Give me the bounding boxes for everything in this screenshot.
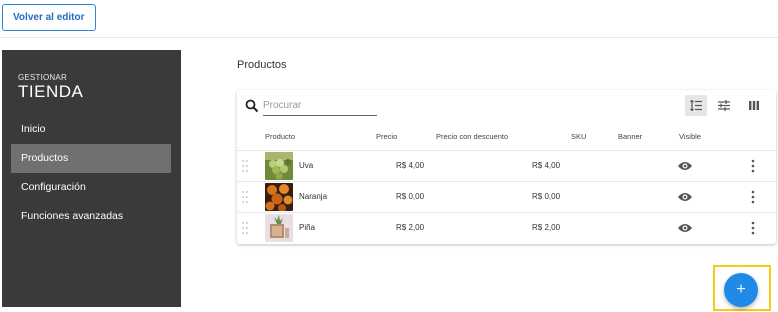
more-options-icon[interactable] — [750, 159, 756, 173]
column-header-product[interactable]: Producto — [265, 132, 295, 141]
filter-icon[interactable] — [713, 95, 735, 116]
product-discount-price: R$ 4,00 — [532, 161, 561, 170]
search-input[interactable] — [263, 96, 377, 116]
sidebar-item-configuracion[interactable]: Configuración — [11, 173, 171, 202]
table-row[interactable]: Piña R$ 2,00 R$ 2,00 — [237, 212, 776, 243]
drag-handle-icon[interactable] — [242, 190, 248, 204]
column-header-banner[interactable]: Banner — [618, 132, 642, 141]
product-name: Piña — [299, 223, 316, 232]
add-product-button[interactable]: + — [724, 273, 758, 307]
visibility-eye-icon[interactable] — [678, 161, 692, 171]
more-options-icon[interactable] — [750, 190, 756, 204]
visibility-eye-icon[interactable] — [678, 223, 692, 233]
visibility-eye-icon[interactable] — [678, 192, 692, 202]
product-thumbnail-oranges — [265, 183, 293, 211]
sidebar: GESTIONAR TIENDA Inicio Productos Config… — [2, 50, 181, 307]
product-thumbnail-pineapple — [265, 214, 293, 242]
sidebar-title: TIENDA — [18, 82, 84, 101]
product-name: Naranja — [299, 192, 328, 201]
column-header-sku[interactable]: SKU — [571, 132, 586, 141]
drag-handle-icon[interactable] — [242, 159, 248, 173]
more-options-icon[interactable] — [750, 221, 756, 235]
sidebar-item-funciones-avanzadas[interactable]: Funciones avanzadas — [11, 202, 171, 231]
search-icon — [245, 99, 259, 113]
product-thumbnail-grapes — [265, 152, 293, 180]
product-discount-price: R$ 0,00 — [532, 192, 561, 201]
top-bar: Volver al editor — [0, 0, 778, 38]
sidebar-kicker: GESTIONAR — [18, 73, 67, 82]
product-price: R$ 2,00 — [396, 223, 425, 232]
products-card: Producto Precio Precio con descuento SKU… — [237, 90, 776, 244]
table-row[interactable]: Uva R$ 4,00 R$ 4,00 — [237, 150, 776, 181]
column-header-visible[interactable]: Visible — [679, 132, 701, 141]
sidebar-item-productos[interactable]: Productos — [11, 144, 171, 173]
list-view-icon[interactable] — [685, 95, 707, 116]
page-title: Productos — [237, 59, 287, 71]
product-discount-price: R$ 2,00 — [532, 223, 561, 232]
table-row[interactable]: Naranja R$ 0,00 R$ 0,00 — [237, 181, 776, 212]
columns-icon[interactable] — [743, 95, 765, 116]
product-name: Uva — [299, 161, 314, 170]
product-price: R$ 0,00 — [396, 192, 425, 201]
back-to-editor-button[interactable]: Volver al editor — [2, 4, 96, 31]
column-header-discount-price[interactable]: Precio con descuento — [436, 132, 508, 141]
drag-handle-icon[interactable] — [242, 221, 248, 235]
sidebar-item-inicio[interactable]: Inicio — [11, 115, 171, 144]
column-header-price[interactable]: Precio — [376, 132, 397, 141]
product-price: R$ 4,00 — [396, 161, 425, 170]
